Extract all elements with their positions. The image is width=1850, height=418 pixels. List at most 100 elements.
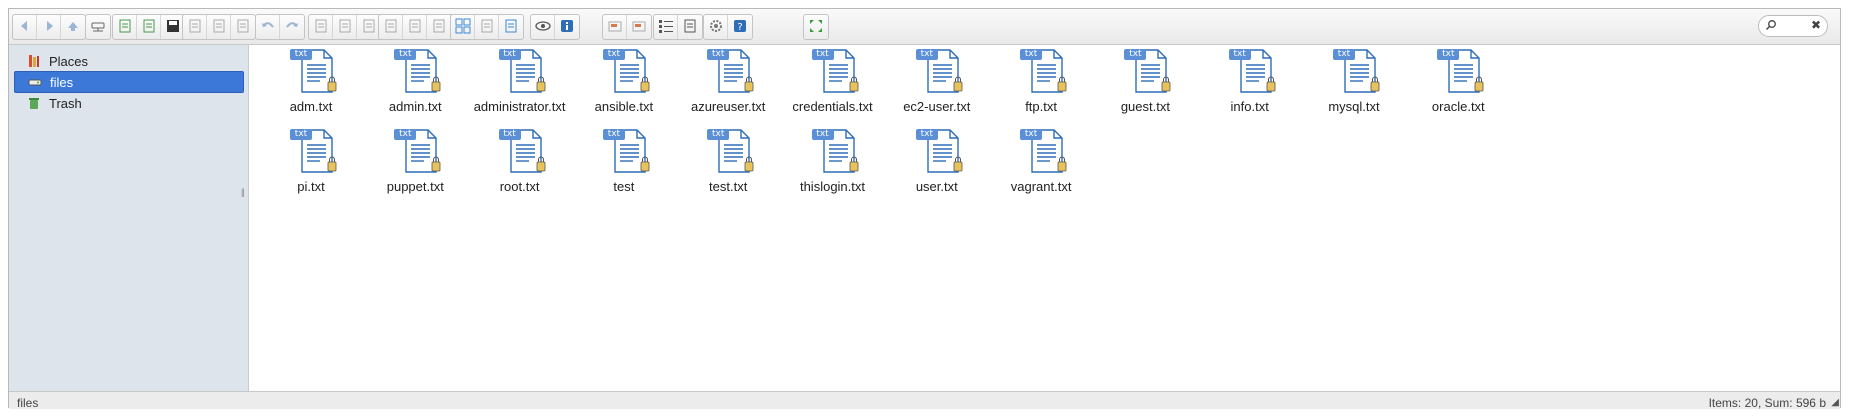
clear-search-icon[interactable]: ✖ [1811, 18, 1821, 32]
file-name: info.txt [1230, 99, 1269, 114]
file-item[interactable]: txt guest.txt [1085, 43, 1205, 121]
file-type-badge: txt [602, 49, 625, 60]
settings-icon [708, 18, 724, 37]
svg-text:?: ? [737, 22, 742, 33]
back-button[interactable] [13, 15, 37, 39]
rename-button[interactable] [379, 15, 403, 39]
select-button[interactable] [231, 15, 255, 39]
download-button[interactable] [207, 15, 231, 39]
redo-button[interactable] [280, 15, 304, 39]
text-file-icon: txt [915, 129, 964, 176]
toolbar-group [12, 14, 86, 40]
text-file-icon: txt [290, 49, 338, 96]
text-file-icon: txt [1124, 49, 1172, 96]
sidebar-item-label: Places [49, 53, 89, 69]
file-item[interactable]: txt azureuser.txt [668, 43, 788, 121]
resize-grip-icon[interactable]: ◢ [1831, 397, 1839, 408]
file-type-badge: txt [915, 49, 938, 60]
file-name: guest.txt [1120, 99, 1170, 114]
rename-icon [383, 18, 399, 37]
help-button[interactable]: ? [728, 15, 752, 39]
places-icon [26, 53, 42, 69]
file-name: administrator.txt [473, 99, 566, 114]
columns-button[interactable] [678, 15, 702, 39]
file-item[interactable]: txt administrator.txt [460, 43, 580, 121]
file-item[interactable]: txt test [564, 123, 684, 201]
file-type-badge: txt [1228, 49, 1251, 60]
icons-view-button[interactable] [451, 15, 475, 39]
sidebar-item-label: Trash [49, 95, 82, 111]
search-icon [1765, 19, 1777, 34]
file-name: root.txt [499, 179, 540, 194]
sidebar-item-trash[interactable]: Trash [14, 92, 244, 114]
new-file-button[interactable] [137, 15, 161, 39]
up-button[interactable] [61, 15, 85, 39]
text-file-icon: txt [602, 129, 651, 176]
file-name: credentials.txt [792, 99, 873, 114]
columns-icon [682, 18, 698, 37]
undo-button[interactable] [256, 15, 280, 39]
file-type-badge: txt [394, 129, 417, 140]
file-type-badge: txt [707, 49, 730, 60]
drive-icon [27, 74, 43, 90]
preview-button[interactable] [531, 15, 555, 39]
open-button[interactable] [183, 15, 207, 39]
file-item[interactable]: txt oracle.txt [1398, 43, 1518, 121]
file-item[interactable]: txt ansible.txt [564, 43, 684, 121]
download-icon [211, 18, 227, 37]
undo-icon [260, 18, 276, 37]
file-type-badge: txt [498, 129, 521, 140]
select-all-button[interactable] [403, 15, 427, 39]
forward-button[interactable] [37, 15, 61, 39]
text-file-icon: txt [394, 129, 442, 176]
file-item[interactable]: txt info.txt [1190, 43, 1310, 121]
status-bar: files Items: 20, Sum: 596 b ◢ [9, 391, 1840, 410]
network-drive-icon [90, 18, 106, 37]
sidebar-resize-handle[interactable]: || [241, 187, 245, 197]
file-item[interactable]: txt vagrant.txt [981, 123, 1101, 201]
file-item[interactable]: txt credentials.txt [773, 43, 893, 121]
new-folder-icon [117, 18, 133, 37]
file-item[interactable]: txt test.txt [668, 123, 788, 201]
sidebar-item-places[interactable]: Places [14, 50, 244, 72]
file-name: ansible.txt [594, 99, 654, 114]
file-type-badge: txt [290, 129, 312, 140]
text-file-icon: txt [1437, 49, 1485, 96]
file-item[interactable]: txt thislogin.txt [773, 123, 893, 201]
copy-button[interactable] [309, 15, 333, 39]
file-item[interactable]: txt mysql.txt [1294, 43, 1414, 121]
file-item[interactable]: txt user.txt [877, 123, 997, 201]
file-item[interactable]: txt pi.txt [251, 123, 371, 201]
fullscreen-button[interactable] [804, 15, 828, 39]
file-type-badge: txt [498, 49, 521, 60]
file-name: vagrant.txt [1010, 179, 1072, 194]
thumbnails-view-button[interactable] [475, 15, 499, 39]
file-item[interactable]: txt adm.txt [251, 43, 371, 121]
network-drive-button[interactable] [86, 15, 110, 39]
sidebar-item-files[interactable]: files [14, 71, 244, 93]
toolbar: ? [9, 9, 1840, 45]
file-item[interactable]: txt root.txt [460, 123, 580, 201]
status-summary: Items: 20, Sum: 596 b [1708, 396, 1826, 410]
info-button[interactable] [555, 15, 579, 39]
archive-button[interactable] [603, 15, 627, 39]
details-button[interactable] [654, 15, 678, 39]
list-view-button[interactable] [499, 15, 523, 39]
copy-icon [313, 18, 329, 37]
text-file-icon: txt [1020, 129, 1068, 176]
list-view-icon [503, 18, 519, 37]
edit-button[interactable] [427, 15, 451, 39]
file-item[interactable]: txt ftp.txt [981, 43, 1101, 121]
file-item[interactable]: txt puppet.txt [355, 123, 475, 201]
file-type-badge: txt [1020, 49, 1043, 60]
file-item[interactable]: txt admin.txt [355, 43, 475, 121]
search-box[interactable]: ✖ [1758, 15, 1828, 37]
text-file-icon: txt [1228, 49, 1277, 96]
file-item[interactable]: txt ec2-user.txt [877, 43, 997, 121]
extract-button[interactable] [627, 15, 651, 39]
toolbar-group [602, 14, 652, 40]
new-folder-button[interactable] [113, 15, 137, 39]
settings-button[interactable] [704, 15, 728, 39]
cut-button[interactable] [333, 15, 357, 39]
file-name: user.txt [915, 179, 958, 194]
